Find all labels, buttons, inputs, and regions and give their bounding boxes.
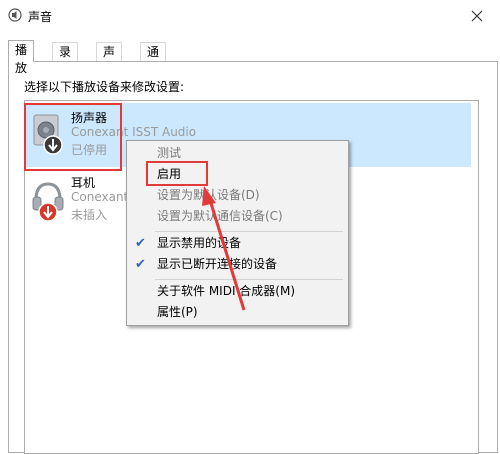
menu-item-set-default-device[interactable]: 设置为默认设备(D): [127, 185, 348, 206]
menu-item-properties[interactable]: 属性(P): [127, 302, 348, 323]
checkmark-icon: ✔: [135, 236, 146, 251]
sound-icon: [8, 8, 22, 22]
window-title: 声音: [28, 10, 53, 24]
menu-item-set-default-communication[interactable]: 设置为默认通信设备(C): [127, 206, 348, 227]
headphones-icon: [32, 182, 64, 222]
annotation-box-enable: [146, 161, 208, 186]
device-name: 耳机: [71, 176, 96, 190]
tab-communications[interactable]: 通信: [140, 42, 167, 77]
tab-playback[interactable]: 播放: [8, 40, 35, 75]
menu-item-show-disabled[interactable]: ✔ 显示禁用的设备: [127, 233, 348, 254]
menu-separator: [155, 231, 343, 232]
checkmark-icon: ✔: [135, 257, 146, 272]
tab-recording[interactable]: 录制: [52, 42, 79, 77]
title-bar: 声音: [0, 0, 500, 31]
instruction-label: 选择以下播放设备来修改设置:: [24, 80, 185, 94]
menu-item-midi-synth[interactable]: 关于软件 MIDI 合成器(M): [127, 281, 348, 302]
close-button[interactable]: [454, 0, 500, 31]
tab-sounds[interactable]: 声音: [96, 42, 123, 77]
close-icon: [471, 10, 483, 21]
device-status: 未插入: [71, 208, 108, 222]
menu-separator: [155, 279, 343, 280]
menu-item-show-disconnected[interactable]: ✔ 显示已断开连接的设备: [127, 254, 348, 275]
annotation-box-device: [24, 103, 122, 171]
device-description: Conexant: [71, 190, 129, 204]
